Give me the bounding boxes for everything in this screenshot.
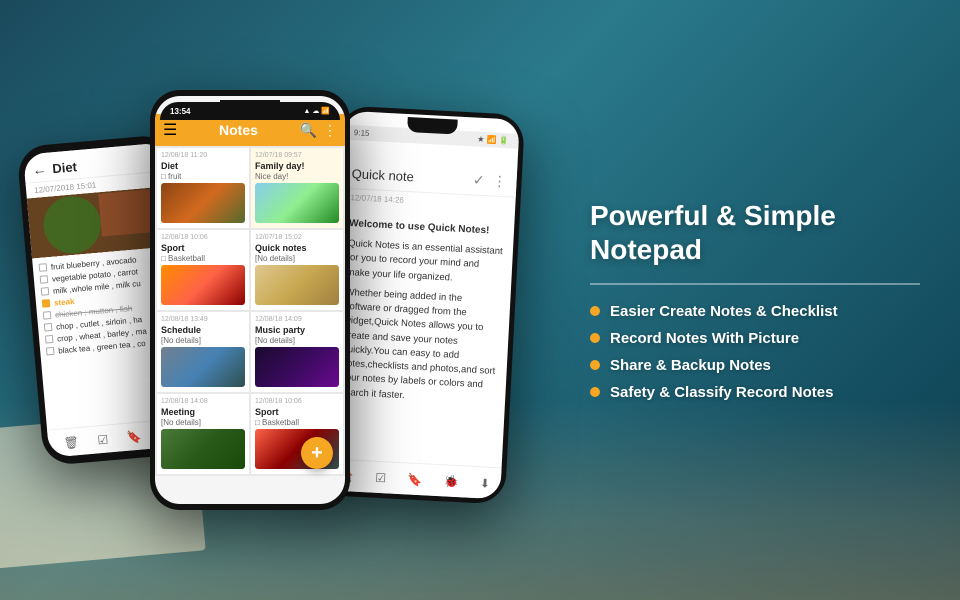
check-action-icon[interactable]: ✓ (472, 171, 485, 189)
note-card-schedule[interactable]: 12/08/18 13:49 Schedule [No details] (157, 312, 249, 392)
feature-item-3: Share & Backup Notes (590, 357, 920, 374)
card-text-5: [No details] (161, 336, 245, 345)
quicknote-body: Quick Notes is an essential assistant fo… (340, 237, 503, 408)
card-date-7: 12/08/18 14:08 (161, 398, 245, 405)
card-image-7 (161, 429, 245, 469)
notes-app-title: Notes (219, 122, 258, 138)
card-date-5: 12/08/18 13:49 (161, 316, 245, 323)
card-title-4: Quick notes (255, 243, 339, 253)
feature-text-4: Safety & Classify Record Notes (610, 384, 833, 401)
checkbox-8[interactable] (46, 347, 55, 356)
toolbar-icons: 🔍 ⋮ (300, 122, 337, 139)
checkbox-6[interactable] (44, 323, 53, 332)
card-text-4: [No details] (255, 254, 339, 263)
card-text-6: [No details] (255, 336, 339, 345)
card-title-7: Meeting (161, 407, 245, 417)
status-icons: ▲ ☁ 📶 (303, 107, 330, 115)
search-icon[interactable]: 🔍 (300, 122, 317, 139)
panel-title: Powerful & Simple Notepad (590, 199, 920, 266)
note-card-meeting[interactable]: 12/08/18 14:08 Meeting [No details] (157, 394, 249, 474)
quicknote-actions: ✓ ⋮ (472, 171, 507, 190)
notes-grid: 12/08/18 11:20 Diet □ fruit 12/07/18 09:… (155, 146, 345, 476)
status-time: 13:54 (170, 107, 190, 116)
feature-list: Easier Create Notes & Checklist Record N… (590, 303, 920, 401)
fab-add-button[interactable]: + (301, 437, 333, 469)
right-status-icons: ★ 📶 🔋 (477, 135, 509, 146)
feature-text-3: Share & Backup Notes (610, 357, 771, 374)
check-icon[interactable]: ☑ (97, 432, 109, 447)
card-image-6 (255, 347, 339, 387)
right-phone-notch (407, 117, 458, 135)
feature-item-4: Safety & Classify Record Notes (590, 384, 920, 401)
card-title-2: Family day! (255, 161, 339, 171)
menu-icon[interactable]: ☰ (163, 120, 177, 140)
card-text-2: Nice day! (255, 172, 339, 181)
phone-middle-screen: 13:54 ▲ ☁ 📶 ☰ Notes 🔍 ⋮ 12/08/18 11:20 D… (155, 96, 345, 504)
card-image-1 (161, 183, 245, 223)
bookmark-icon[interactable]: 🔖 (126, 429, 142, 444)
quicknote-content: Welcome to use Quick Notes! Quick Notes … (325, 206, 515, 500)
card-image-3 (161, 265, 245, 305)
card-date-8: 12/08/18 10:06 (255, 398, 339, 405)
card-date-1: 12/08/18 11:20 (161, 152, 245, 159)
card-date-6: 12/08/18 14:09 (255, 316, 339, 323)
welcome-text: Welcome to use Quick Notes! (349, 216, 505, 239)
note-card-quicknotes[interactable]: 12/07/18 15:02 Quick notes [No details] (251, 230, 343, 310)
feature-text-1: Easier Create Notes & Checklist (610, 303, 838, 320)
download-icon[interactable]: ⬇ (480, 476, 491, 491)
card-title-1: Diet (161, 161, 245, 171)
card-image-5 (161, 347, 245, 387)
checkbox-5[interactable] (43, 311, 52, 320)
checkbox-4[interactable] (42, 299, 51, 308)
more-icon[interactable]: ⋮ (323, 122, 337, 139)
bookmark-footer-icon[interactable]: 🔖 (407, 472, 423, 487)
checkbox-2[interactable] (40, 275, 49, 284)
check-footer-icon[interactable]: ☑ (375, 470, 386, 485)
card-date-4: 12/07/18 15:02 (255, 234, 339, 241)
middle-phone-notch (220, 100, 280, 118)
diet-title: Diet (52, 159, 78, 176)
note-card-family[interactable]: 12/07/18 09:57 Family day! Nice day! (251, 148, 343, 228)
feature-text-2: Record Notes With Picture (610, 330, 799, 347)
card-text-8: □ Basketball (255, 418, 339, 427)
checkbox-1[interactable] (39, 263, 48, 272)
card-title-8: Sport (255, 407, 339, 417)
note-card-diet[interactable]: 12/08/18 11:20 Diet □ fruit (157, 148, 249, 228)
note-card-sport[interactable]: 12/08/18 10:06 Sport □ Basketball (157, 230, 249, 310)
phone-right: 9:15 ★ 📶 🔋 Quick note ✓ ⋮ 12/07/18 14:26… (320, 105, 525, 504)
card-title-5: Schedule (161, 325, 245, 335)
card-image-4 (255, 265, 339, 305)
share-footer-icon[interactable]: 🐞 (443, 474, 459, 489)
card-image-2 (255, 183, 339, 223)
phone-right-screen: 9:15 ★ 📶 🔋 Quick note ✓ ⋮ 12/07/18 14:26… (325, 111, 520, 500)
more-action-icon[interactable]: ⋮ (492, 173, 507, 191)
card-text-1: □ fruit (161, 172, 245, 181)
note-card-musicparty[interactable]: 12/08/18 14:09 Music party [No details] (251, 312, 343, 392)
card-date-3: 12/08/18 10:06 (161, 234, 245, 241)
checkbox-7[interactable] (45, 335, 54, 344)
card-text-7: [No details] (161, 418, 245, 427)
delete-icon[interactable]: 🗑 (63, 435, 79, 450)
panel-divider (590, 283, 920, 285)
feature-item-2: Record Notes With Picture (590, 330, 920, 347)
quicknote-title: Quick note (351, 166, 414, 184)
back-arrow-icon[interactable]: ← (32, 161, 47, 178)
phone-middle: 13:54 ▲ ☁ 📶 ☰ Notes 🔍 ⋮ 12/08/18 11:20 D… (150, 90, 350, 510)
phones-container: ← Diet 12/07/2018 15:01 fruit blueberry … (20, 40, 600, 580)
feature-item-1: Easier Create Notes & Checklist (590, 303, 920, 320)
diet-item-4-text: steak (54, 296, 75, 307)
card-title-3: Sport (161, 243, 245, 253)
card-title-6: Music party (255, 325, 339, 335)
card-date-2: 12/07/18 09:57 (255, 152, 339, 159)
checkbox-3[interactable] (41, 287, 50, 296)
right-status-time: 9:15 (354, 128, 370, 138)
card-text-3: □ Basketball (161, 254, 245, 263)
right-panel: Powerful & Simple Notepad Easier Create … (560, 0, 960, 600)
